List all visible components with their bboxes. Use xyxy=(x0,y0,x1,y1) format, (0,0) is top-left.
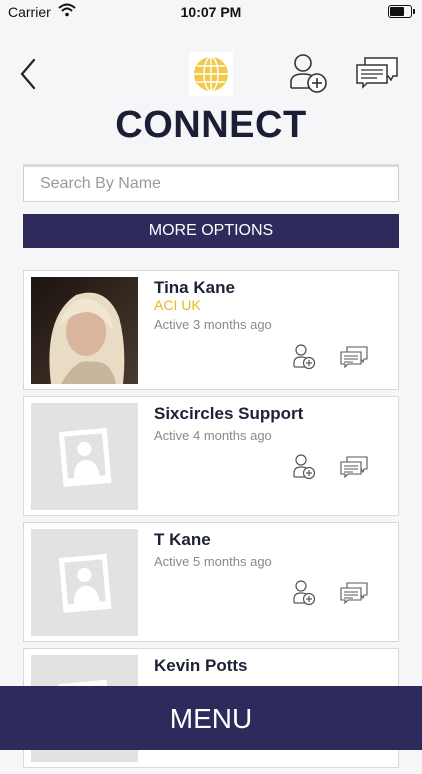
message-icon[interactable] xyxy=(340,582,368,604)
contact-card[interactable]: T Kane Active 5 months ago xyxy=(23,522,399,642)
search-box[interactable] xyxy=(23,164,399,202)
avatar-placeholder-icon xyxy=(31,403,138,510)
contact-name[interactable]: Tina Kane xyxy=(154,278,235,298)
back-button[interactable] xyxy=(14,56,44,92)
add-contact-icon[interactable] xyxy=(292,453,316,481)
status-bar: Carrier 10:07 PM xyxy=(0,0,422,24)
add-contact-button[interactable] xyxy=(288,52,328,94)
battery-icon xyxy=(388,5,415,18)
globe-logo xyxy=(189,52,233,96)
contact-card[interactable]: Tina Kane ACI UK Active 3 months ago xyxy=(23,270,399,390)
add-contact-icon[interactable] xyxy=(292,343,316,371)
menu-button[interactable]: MENU xyxy=(0,686,422,750)
contact-organization: ACI UK xyxy=(154,297,201,313)
contact-name[interactable]: Sixcircles Support xyxy=(154,404,303,424)
contact-card[interactable]: Sixcircles Support Active 4 months ago xyxy=(23,396,399,516)
page-title: CONNECT xyxy=(115,104,307,146)
contact-name[interactable]: T Kane xyxy=(154,530,211,550)
search-input[interactable] xyxy=(24,167,398,201)
contact-last-active: Active 5 months ago xyxy=(154,554,272,569)
avatar-placeholder-icon xyxy=(31,529,138,636)
contact-last-active: Active 3 months ago xyxy=(154,317,272,332)
messages-button[interactable] xyxy=(355,56,399,90)
contact-last-active: Active 4 months ago xyxy=(154,428,272,443)
message-icon[interactable] xyxy=(340,346,368,368)
add-contact-icon[interactable] xyxy=(292,579,316,607)
avatar-photo xyxy=(31,277,138,384)
battery-fill xyxy=(390,7,405,16)
message-icon[interactable] xyxy=(340,456,368,478)
contact-name[interactable]: Kevin Potts xyxy=(154,656,248,676)
clock: 10:07 PM xyxy=(180,4,242,20)
more-options-button[interactable]: MORE OPTIONS xyxy=(23,214,399,248)
